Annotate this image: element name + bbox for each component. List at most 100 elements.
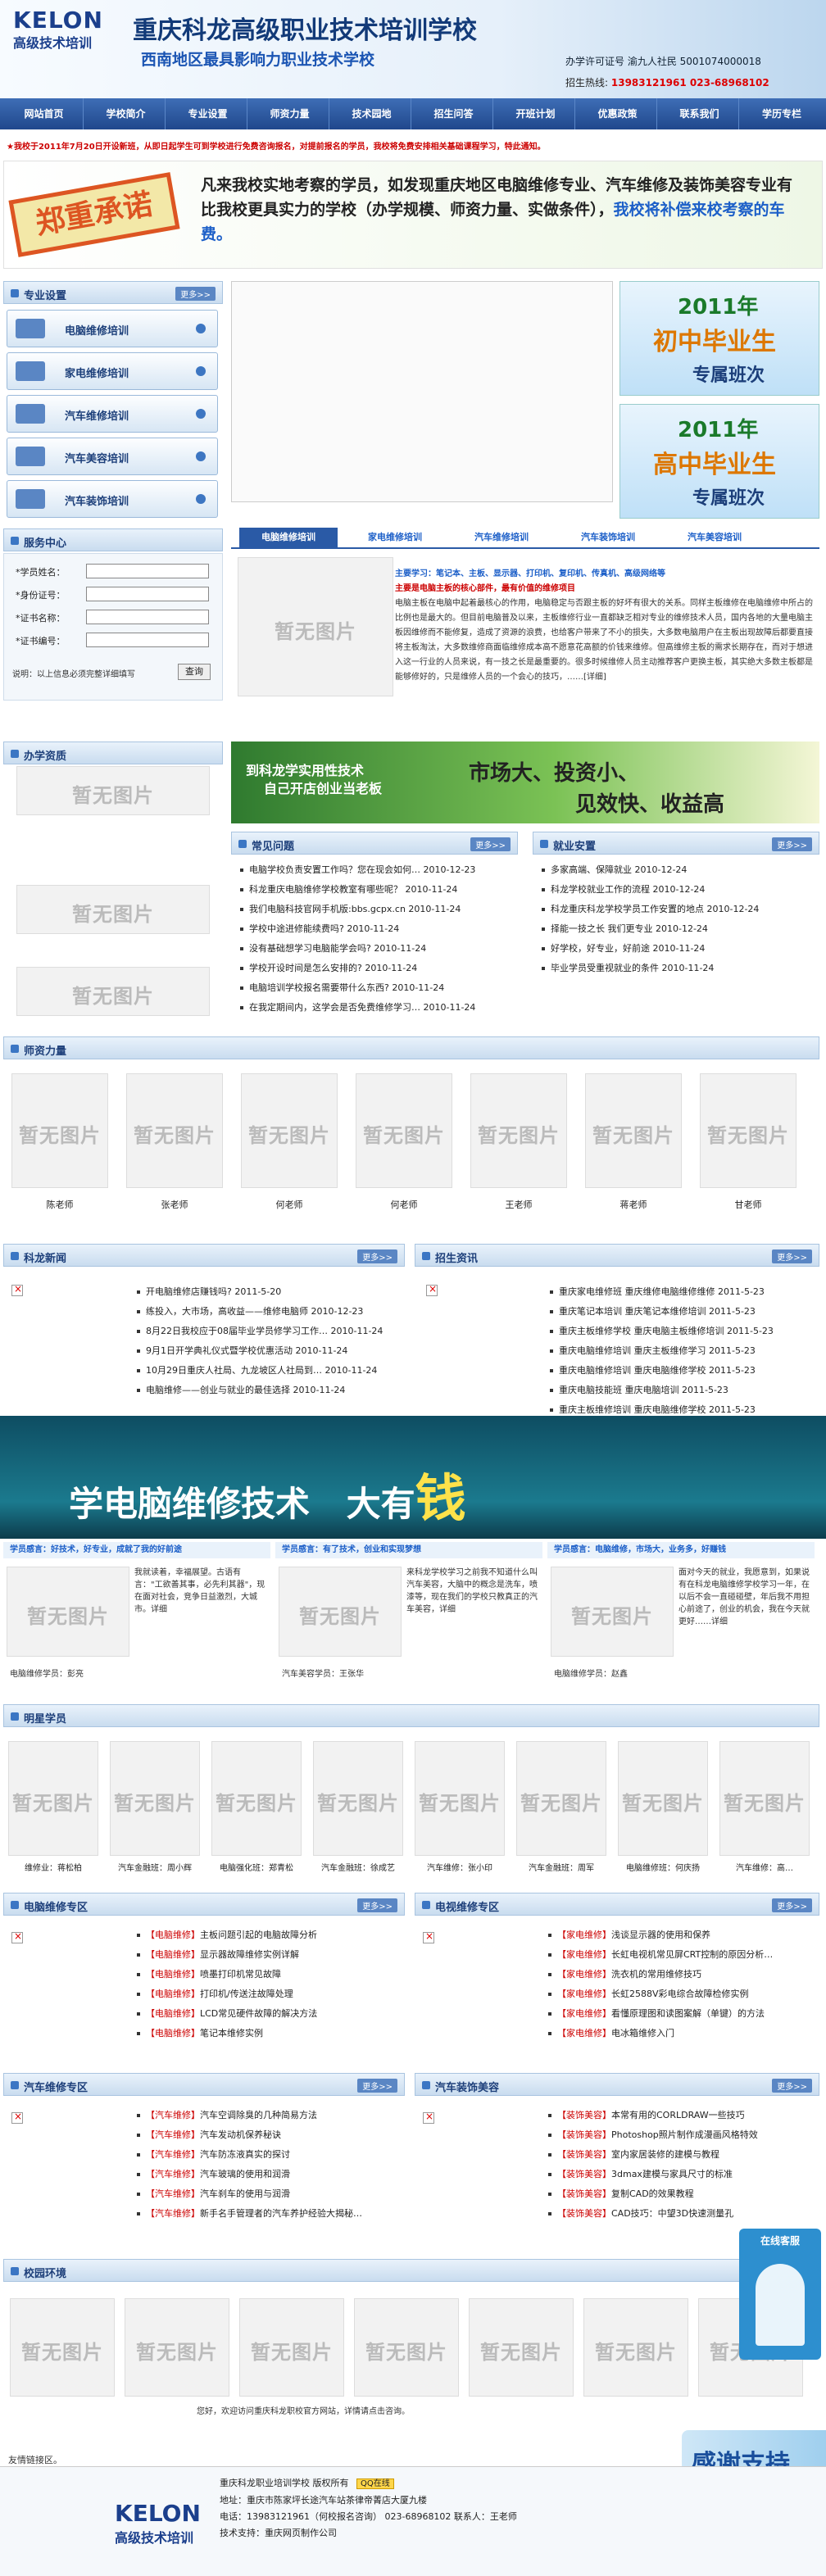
side-ad-0[interactable]: 2011年 初中毕业生 专属班次 — [620, 281, 819, 396]
campus-photo[interactable]: 暂无图片 — [125, 2298, 229, 2397]
star-photo[interactable]: 暂无图片 — [313, 1741, 403, 1856]
field-input-1[interactable] — [86, 587, 209, 601]
list-item[interactable]: 多家高端、保障就业 2010-12-24 — [539, 860, 816, 880]
field-input-3[interactable] — [86, 633, 209, 647]
campus-photo[interactable]: 暂无图片 — [354, 2298, 459, 2397]
campus-photo[interactable]: 暂无图片 — [469, 2298, 574, 2397]
nav-item-5[interactable]: 招生问答 — [415, 98, 493, 129]
list-item[interactable]: 练投入，大市场，高收益——维修电脑师 2010-12-23 — [134, 1302, 403, 1322]
nav-item-7[interactable]: 优惠政策 — [579, 98, 657, 129]
list-item[interactable]: 重庆电脑维修培训 重庆电脑维修学校 2011-5-23 — [547, 1361, 818, 1381]
list-item[interactable]: 开电脑维修店赚钱吗? 2011-5-20 — [134, 1282, 403, 1302]
list-item[interactable]: 重庆电脑技能班 重庆电脑培训 2011-5-23 — [547, 1381, 818, 1400]
field-input-2[interactable] — [86, 610, 209, 624]
star-photo[interactable]: 暂无图片 — [618, 1741, 708, 1856]
jobs-more-link[interactable]: 更多>> — [772, 837, 812, 851]
list-item[interactable]: 【汽车维修】新手名手管理者的汽车养护经验大揭秘… — [134, 2204, 401, 2224]
list-item[interactable]: 【家电维修】长虹电视机常见屏CRT控制的原因分析… — [546, 1945, 815, 1965]
majors-more-link[interactable]: 更多>> — [175, 287, 216, 301]
tab-3[interactable]: 汽车装饰培训 — [559, 528, 657, 549]
news-more-link[interactable]: 更多>> — [357, 1249, 397, 1263]
list-item[interactable]: 学校开设时间是怎么安排的? 2010-11-24 — [238, 959, 515, 978]
list-item[interactable]: 毕业学员受重视就业的条件 2010-11-24 — [539, 959, 816, 978]
list-item[interactable]: 科龙学校就业工作的流程 2010-12-24 — [539, 880, 816, 900]
list-item[interactable]: 【家电维修】浅谈显示器的使用和保养 — [546, 1925, 815, 1945]
list-item[interactable]: 【家电维修】电冰箱维修入门 — [546, 2024, 815, 2043]
list-item[interactable]: 我们电脑科技官网手机版:bbs.gcpx.cn 2010-11-24 — [238, 900, 515, 919]
footer-logo[interactable]: KELON 高级技术培训 — [115, 2500, 213, 2547]
nav-item-1[interactable]: 学校简介 — [87, 98, 166, 129]
major-item-0[interactable]: 电脑维修培训 — [7, 310, 218, 347]
list-item[interactable]: 【电脑维修】笔记本维修实例 — [134, 2024, 401, 2043]
site-logo[interactable]: KELON 高级技术培训 — [13, 7, 120, 56]
list-item[interactable]: 没有基础想学习电脑能学会吗? 2010-11-24 — [238, 939, 515, 959]
list-item[interactable]: 9月1日开学典礼仪式暨学校优惠活动 2010-11-24 — [134, 1341, 403, 1361]
list-item[interactable]: 【电脑维修】LCD常见硬件故障的解决方法 — [134, 2004, 401, 2024]
list-item[interactable]: 【电脑维修】喷墨打印机常见故障 — [134, 1965, 401, 1984]
list-item[interactable]: 电脑学校负责安置工作吗？您在现会如何… 2010-12-23 — [238, 860, 515, 880]
major-item-4[interactable]: 汽车装饰培训 — [7, 480, 218, 518]
nav-item-9[interactable]: 学历专栏 — [742, 98, 821, 129]
list-item[interactable]: 【汽车维修】汽车防冻液真实的探讨 — [134, 2145, 401, 2165]
list-item[interactable]: 【汽车维修】汽车空调除臭的几种简易方法 — [134, 2106, 401, 2125]
slideshow[interactable] — [231, 281, 613, 502]
list-item[interactable]: 重庆电脑维修培训 重庆主板维修学习 2011-5-23 — [547, 1341, 818, 1361]
star-photo[interactable]: 暂无图片 — [110, 1741, 200, 1856]
list-item[interactable]: 【装饰美容】复制CAD的效果教程 — [546, 2184, 815, 2204]
list-item[interactable]: 【装饰美容】本常有用的CORLDRAW一些技巧 — [546, 2106, 815, 2125]
list-item[interactable]: 【汽车维修】汽车玻璃的使用和润滑 — [134, 2165, 401, 2184]
list-item[interactable]: 【电脑维修】主板问题引起的电脑故障分析 — [134, 1925, 401, 1945]
list-item[interactable]: 【家电维修】长虹2588V彩电综合故障检修实例 — [546, 1984, 815, 2004]
faq-more-link[interactable]: 更多>> — [470, 837, 511, 851]
list-item[interactable]: 【电脑维修】显示器故障维修实例详解 — [134, 1945, 401, 1965]
list-item[interactable]: 电脑维修——创业与就业的最佳选择 2010-11-24 — [134, 1381, 403, 1400]
list-item[interactable]: 【装饰美容】CAD技巧：中望3D快速测量孔 — [546, 2204, 815, 2224]
teacher-photo[interactable]: 暂无图片 — [585, 1073, 682, 1188]
campus-photo[interactable]: 暂无图片 — [583, 2298, 688, 2397]
qq-online-button[interactable]: QQ在线 — [356, 2478, 394, 2489]
list-item[interactable]: 【装饰美容】3dmax建模与家具尺寸的标准 — [546, 2165, 815, 2184]
teacher-photo[interactable]: 暂无图片 — [126, 1073, 223, 1188]
online-service-panel[interactable]: 在线客服 — [739, 2229, 821, 2360]
star-photo[interactable]: 暂无图片 — [211, 1741, 302, 1856]
major-item-1[interactable]: 家电维修培训 — [7, 352, 218, 390]
tab-4[interactable]: 汽车美容培训 — [665, 528, 764, 549]
star-photo[interactable]: 暂无图片 — [719, 1741, 810, 1856]
enroll-more-link[interactable]: 更多>> — [772, 1249, 812, 1263]
star-photo[interactable]: 暂无图片 — [415, 1741, 505, 1856]
teacher-photo[interactable]: 暂无图片 — [470, 1073, 567, 1188]
list-item[interactable]: 【电脑维修】打印机/传送注故障处理 — [134, 1984, 401, 2004]
list-item[interactable]: 在我定期间内，这学会是否免费维修学习… 2010-11-24 — [238, 998, 515, 1018]
appliance-more-link[interactable]: 更多>> — [772, 1898, 812, 1912]
list-item[interactable]: 【汽车维修】汽车发动机保养秘诀 — [134, 2125, 401, 2145]
major-item-3[interactable]: 汽车美容培训 — [7, 438, 218, 475]
list-item[interactable]: 8月22日我校应于08届毕业学员修学习工作… 2010-11-24 — [134, 1322, 403, 1341]
list-item[interactable]: 【装饰美容】Photoshop照片制作成漫画风格特效 — [546, 2125, 815, 2145]
nav-item-8[interactable]: 联系我们 — [660, 98, 739, 129]
tab-2[interactable]: 汽车维修培训 — [452, 528, 551, 549]
field-input-0[interactable] — [86, 564, 209, 578]
promo-banner-2[interactable]: 学电脑维修技术 大有钱 — [0, 1416, 826, 1539]
star-photo[interactable]: 暂无图片 — [8, 1741, 98, 1856]
list-item[interactable]: 【汽车维修】汽车刹车的使用与润滑 — [134, 2184, 401, 2204]
list-item[interactable]: 好学校，好专业，好前途 2010-11-24 — [539, 939, 816, 959]
star-photo[interactable]: 暂无图片 — [516, 1741, 606, 1856]
list-item[interactable]: 【家电维修】洗衣机的常用维修技巧 — [546, 1965, 815, 1984]
list-item[interactable]: 学校中途进修能续费吗? 2010-11-24 — [238, 919, 515, 939]
nav-item-0[interactable]: 网站首页 — [5, 98, 84, 129]
car_repair-more-link[interactable]: 更多>> — [357, 2079, 397, 2093]
nav-item-3[interactable]: 师资力量 — [251, 98, 329, 129]
campus-photo[interactable]: 暂无图片 — [10, 2298, 115, 2397]
tab-0[interactable]: 电脑维修培训 — [239, 528, 338, 549]
list-item[interactable]: 电脑培训学校报名需要带什么东西? 2010-11-24 — [238, 978, 515, 998]
nav-item-2[interactable]: 专业设置 — [169, 98, 247, 129]
pc_repair-more-link[interactable]: 更多>> — [357, 1898, 397, 1912]
teacher-photo[interactable]: 暂无图片 — [241, 1073, 338, 1188]
testimonial-1[interactable]: 学员感言：有了技术，创业和实现梦想 暂无图片 来科龙学校学习之前我不知道什么叫汽车美… — [275, 1542, 542, 1689]
list-item[interactable]: 重庆笔记本培训 重庆笔记本维修培训 2011-5-23 — [547, 1302, 818, 1322]
list-item[interactable]: 【装饰美容】室内家居装修的建模与教程 — [546, 2145, 815, 2165]
list-item[interactable]: 重庆家电维修班 重庆维修电脑维修维修 2011-5-23 — [547, 1282, 818, 1302]
teacher-photo[interactable]: 暂无图片 — [356, 1073, 452, 1188]
list-item[interactable]: 10月29日重庆人社局、九龙坡区人社局到… 2010-11-24 — [134, 1361, 403, 1381]
testimonial-2[interactable]: 学员感言：电脑维修，市场大，业务多，好赚钱 暂无图片 面对今天的就业，我愿意到，如果… — [547, 1542, 815, 1689]
